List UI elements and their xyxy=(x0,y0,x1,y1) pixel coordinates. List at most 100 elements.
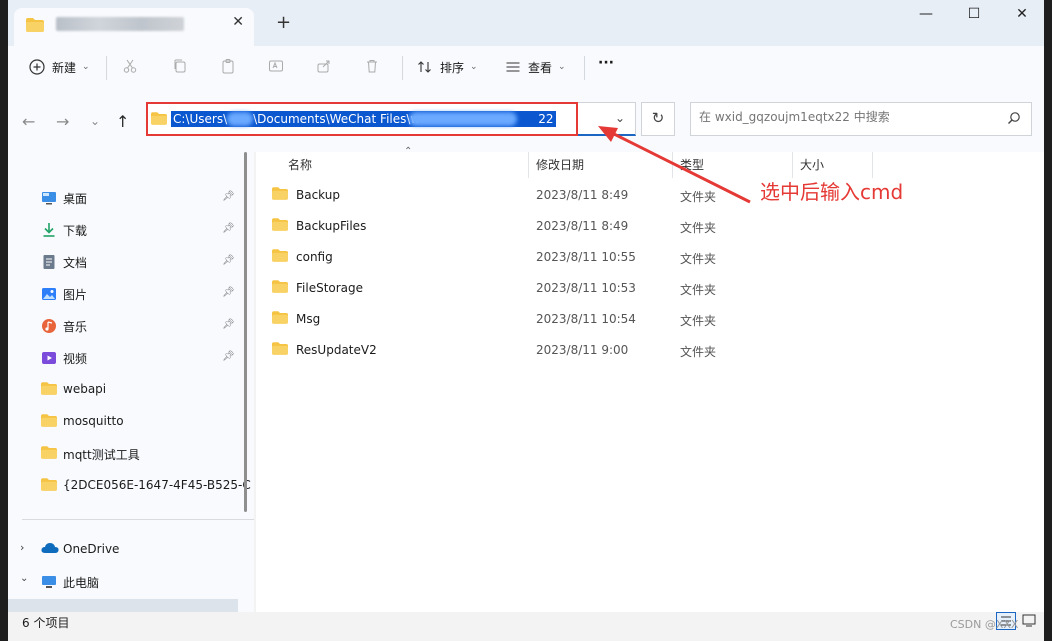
file-date: 2023/8/11 9:00 xyxy=(536,343,629,357)
sort-label: 排序 xyxy=(440,60,465,75)
pin-icon[interactable]: 📌︎ xyxy=(222,319,235,330)
pin-icon[interactable]: 📌︎ xyxy=(222,223,235,234)
file-row[interactable]: FileStorage 2023/8/11 10:53 文件夹 xyxy=(272,277,1032,301)
sort-icon xyxy=(416,58,434,76)
file-type: 文件夹 xyxy=(680,345,717,359)
folder-icon xyxy=(272,311,288,327)
navigation-pane: 桌面 📌︎ 下载 📌︎ 文档 📌︎ 图片 📌︎ 音乐 📌︎ 视频 📌︎ weba… xyxy=(8,152,254,612)
file-type: 文件夹 xyxy=(680,252,717,266)
file-date: 2023/8/11 8:49 xyxy=(536,219,629,233)
annotation-highlight-box xyxy=(146,102,578,136)
item-count: 6 个项目 xyxy=(22,616,70,630)
column-header-type[interactable]: 类型 xyxy=(680,156,704,173)
onedrive-cloud-icon xyxy=(41,542,59,558)
sidebar-item-onedrive[interactable]: › OneDrive xyxy=(8,538,244,562)
file-date: 2023/8/11 10:53 xyxy=(536,281,636,295)
sidebar-item-downloads[interactable]: 下载 📌︎ xyxy=(8,218,244,242)
tab-close-icon[interactable]: ✕ xyxy=(232,14,244,30)
sidebar-item-videos[interactable]: 视频 📌︎ xyxy=(8,346,244,370)
new-button[interactable]: 新建 ⌄ xyxy=(28,58,90,76)
folder-icon xyxy=(272,342,288,358)
view-button[interactable]: 查看 ⌄ xyxy=(504,58,566,76)
file-name: Msg xyxy=(296,312,321,326)
forward-arrow-icon[interactable]: → xyxy=(56,112,69,131)
file-row[interactable]: BackupFiles 2023/8/11 8:49 文件夹 xyxy=(272,215,1032,239)
sidebar-item-music[interactable]: 音乐 📌︎ xyxy=(8,314,244,338)
sidebar-item-this-pc[interactable]: ⌄ 此电脑 xyxy=(8,570,244,594)
watermark: CSDN @XXX xyxy=(950,618,1019,631)
copy-icon[interactable] xyxy=(172,58,188,74)
search-input[interactable] xyxy=(697,109,1001,125)
sidebar-item-mosquitto[interactable]: mosquitto xyxy=(8,410,244,434)
music-icon xyxy=(41,318,57,334)
folder-icon xyxy=(41,382,57,398)
new-button-label: 新建 xyxy=(52,60,77,75)
file-list: ⌃ 名称 修改日期 类型 大小 Backup 2023/8/11 8:49 文件… xyxy=(256,146,1044,612)
document-icon xyxy=(41,254,57,270)
file-name: Backup xyxy=(296,188,340,202)
paste-icon[interactable] xyxy=(220,58,236,74)
chevron-down-icon[interactable]: ⌄ xyxy=(20,573,28,584)
address-dropdown-chevron-icon[interactable]: ⌄ xyxy=(615,111,625,125)
rename-icon[interactable] xyxy=(268,58,284,74)
command-bar: 新建 ⌄ 排序 ⌄ 查看 ⌄ ··· xyxy=(8,46,1044,91)
file-name: config xyxy=(296,250,333,264)
file-date: 2023/8/11 10:54 xyxy=(536,312,636,326)
pin-icon[interactable]: 📌︎ xyxy=(222,191,235,202)
sidebar-item-documents[interactable]: 文档 📌︎ xyxy=(8,250,244,274)
share-icon[interactable] xyxy=(316,58,332,74)
chevron-down-icon: ⌄ xyxy=(558,62,566,72)
file-type: 文件夹 xyxy=(680,221,717,235)
file-type: 文件夹 xyxy=(680,283,717,297)
search-box[interactable] xyxy=(690,102,1032,136)
recent-locations-chevron-icon[interactable]: ⌄ xyxy=(90,114,100,128)
back-arrow-icon[interactable]: ← xyxy=(22,112,35,131)
more-options-button[interactable]: ··· xyxy=(598,55,614,71)
column-header-name[interactable]: 名称 xyxy=(288,156,312,173)
status-bar: 6 个项目 xyxy=(8,612,1044,641)
sidebar-item-mqtt-tool[interactable]: mqtt测试工具 xyxy=(8,442,244,466)
pin-icon[interactable]: 📌︎ xyxy=(222,255,235,266)
minimize-button[interactable]: — xyxy=(906,6,946,22)
file-row[interactable]: ResUpdateV2 2023/8/11 9:00 文件夹 xyxy=(272,339,1032,363)
explorer-tab[interactable]: ✕ xyxy=(14,8,254,46)
search-icon[interactable] xyxy=(1007,111,1021,128)
sort-button[interactable]: 排序 ⌄ xyxy=(416,58,478,76)
file-type: 文件夹 xyxy=(680,190,717,204)
download-icon xyxy=(41,222,57,238)
up-arrow-icon[interactable]: ↑ xyxy=(116,112,129,131)
folder-icon xyxy=(26,18,44,35)
tiles-view-icon[interactable] xyxy=(1020,612,1040,630)
sidebar-item-desktop[interactable]: 桌面 📌︎ xyxy=(8,186,244,210)
pin-icon[interactable]: 📌︎ xyxy=(222,351,235,362)
chevron-down-icon: ⌄ xyxy=(470,62,478,72)
annotation-text: 选中后输入cmd xyxy=(760,180,904,204)
column-header-size[interactable]: 大小 xyxy=(800,156,824,173)
view-label: 查看 xyxy=(528,60,553,75)
chevron-right-icon[interactable]: › xyxy=(20,541,24,554)
file-row[interactable]: config 2023/8/11 10:55 文件夹 xyxy=(272,246,1032,270)
maximize-button[interactable]: ☐ xyxy=(954,6,994,22)
computer-icon xyxy=(41,574,57,590)
sidebar-scrollbar[interactable] xyxy=(244,152,247,512)
pin-icon[interactable]: 📌︎ xyxy=(222,287,235,298)
folder-icon xyxy=(41,478,57,494)
file-row[interactable]: Backup 2023/8/11 8:49 文件夹 xyxy=(272,184,1032,208)
plus-circle-icon xyxy=(28,58,46,76)
sidebar-item-webapi[interactable]: webapi xyxy=(8,378,244,402)
cut-icon[interactable] xyxy=(122,58,138,74)
file-date: 2023/8/11 10:55 xyxy=(536,250,636,264)
delete-icon[interactable] xyxy=(364,58,380,74)
close-window-button[interactable]: ✕ xyxy=(1002,6,1042,22)
new-tab-button[interactable]: + xyxy=(276,12,291,33)
folder-icon xyxy=(272,280,288,296)
refresh-button[interactable]: ↻ xyxy=(641,102,675,136)
sidebar-item-pictures[interactable]: 图片 📌︎ xyxy=(8,282,244,306)
sidebar-item-guid-folder[interactable]: {2DCE056E-1647-4F45-B525-C xyxy=(8,474,251,498)
column-header-date[interactable]: 修改日期 xyxy=(536,156,584,173)
desktop-icon xyxy=(41,190,57,206)
file-type: 文件夹 xyxy=(680,314,717,328)
file-row[interactable]: Msg 2023/8/11 10:54 文件夹 xyxy=(272,308,1032,332)
file-name: BackupFiles xyxy=(296,219,367,233)
sidebar-selected-item[interactable] xyxy=(8,599,238,612)
